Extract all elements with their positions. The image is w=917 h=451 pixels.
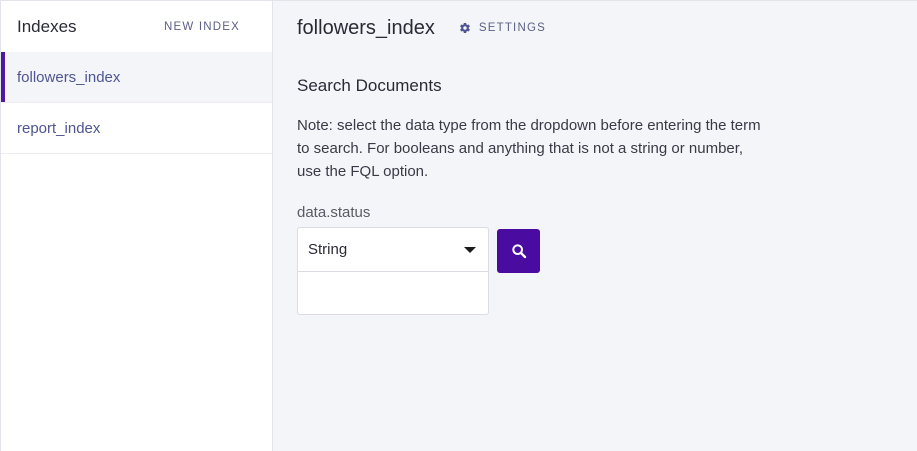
sidebar-title: Indexes [17,16,77,36]
app-frame: Indexes NEW INDEX followers_index report… [0,0,917,451]
search-row: String [297,227,917,315]
settings-link[interactable]: SETTINGS [459,22,546,34]
search-input-group: String [297,227,489,315]
sidebar-item-followers-index[interactable]: followers_index [1,52,272,103]
term-input[interactable] [298,272,488,314]
search-note: Note: select the data type from the drop… [297,117,761,180]
section-title: Search Documents [297,76,442,95]
new-index-link[interactable]: NEW INDEX [164,21,240,33]
search-button[interactable] [497,229,540,273]
sidebar-header: Indexes NEW INDEX [1,1,272,52]
index-list: followers_index report_index [1,52,272,154]
search-icon [511,244,526,259]
type-select-value: String [308,241,348,258]
sidebar: Indexes NEW INDEX followers_index report… [1,1,273,451]
field-label: data.status [297,204,371,221]
caret-down-icon [464,246,476,253]
page-title: followers_index [297,16,435,39]
settings-label: SETTINGS [478,22,546,34]
gear-icon [459,23,470,34]
main-header: followers_index SETTINGS [297,1,917,55]
sidebar-item-report-index[interactable]: report_index [1,103,272,154]
main-panel: followers_index SETTINGS Search Document… [273,1,917,451]
type-select[interactable]: String [298,228,488,272]
